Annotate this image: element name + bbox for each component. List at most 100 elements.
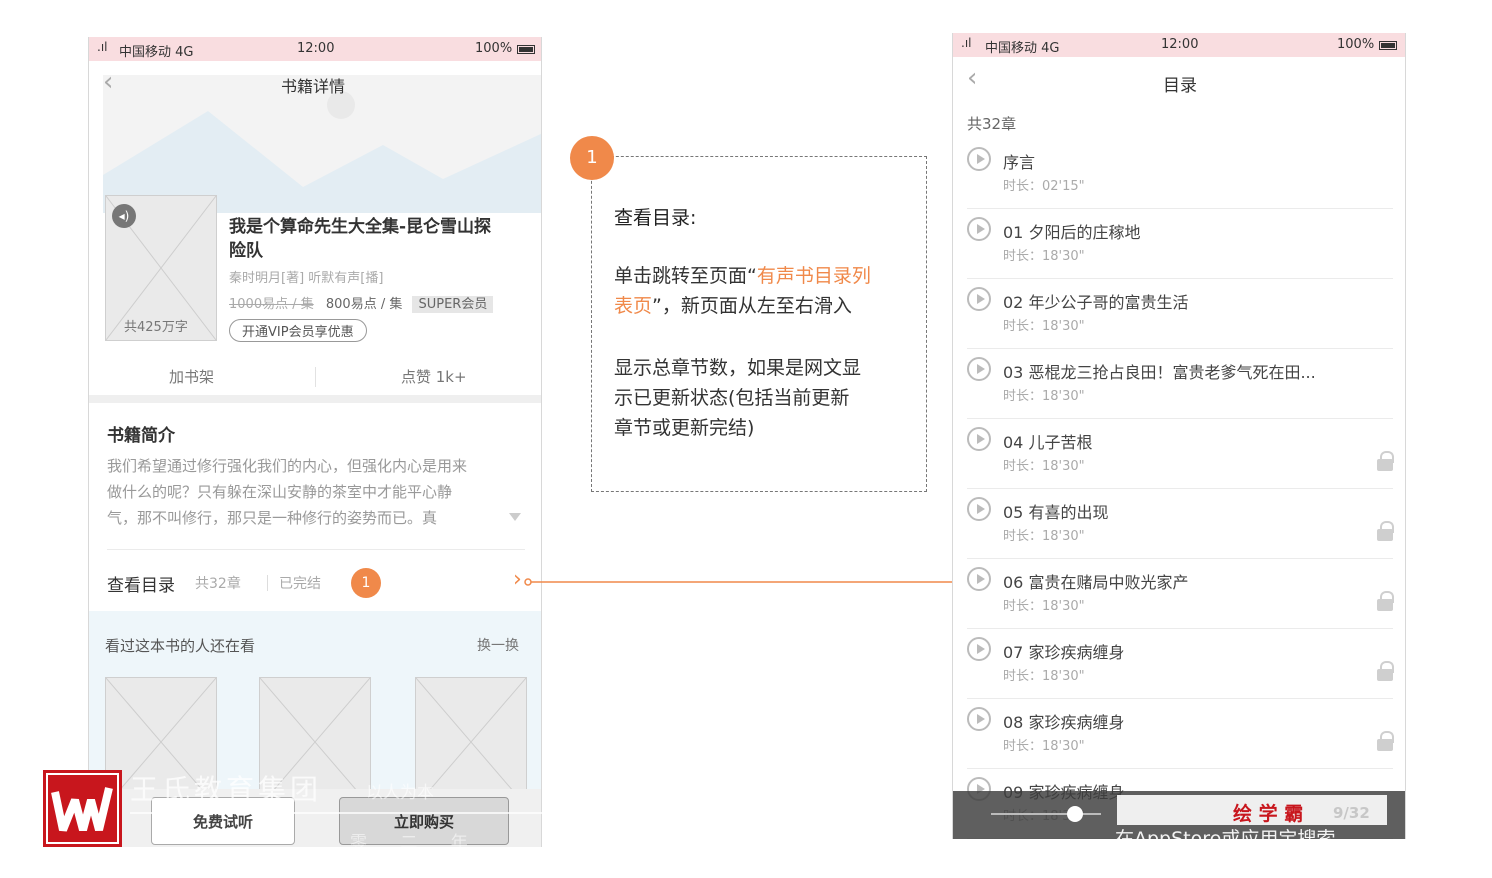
page-title: 目录	[1163, 76, 1197, 96]
play-icon[interactable]	[967, 497, 991, 521]
like-button[interactable]: 点赞 1k+	[401, 366, 467, 387]
play-icon[interactable]	[967, 427, 991, 451]
annotation-link: 表页	[614, 295, 653, 317]
play-icon[interactable]	[967, 147, 991, 171]
company-name: 王氏教育集团	[130, 773, 323, 806]
vip-button[interactable]: 开通VIP会员享优惠	[229, 319, 367, 342]
chapter-duration: 时长：02'15"	[1003, 179, 1085, 194]
annotation-marker: 1	[351, 568, 381, 598]
play-icon[interactable]	[967, 707, 991, 731]
chapter-row[interactable]: 02 年少公子哥的富贵生活时长：18'30"	[953, 279, 1405, 349]
intro-heading: 书籍简介	[107, 426, 175, 446]
page-indicator: 9/32	[1333, 804, 1370, 822]
annotation-title: 查看目录:	[614, 207, 697, 229]
divider	[315, 367, 316, 387]
page-title: 书籍详情	[281, 77, 346, 96]
chapter-title: 07 家珍疾病缠身	[1003, 643, 1125, 662]
brand-name: 绘 学 霸	[1233, 803, 1304, 825]
chapter-row[interactable]: 03 恶棍龙三抢占良田！富贵老爹气死在田... 时长：18'30"	[953, 349, 1405, 419]
chapter-duration: 时长：18'30"	[1003, 669, 1085, 684]
carrier: 中国移动 4G	[119, 45, 194, 60]
chapter-row[interactable]: 08 家珍疾病缠身 时长：18'30"	[953, 699, 1405, 769]
chapter-duration: 时长：18'30"	[1003, 599, 1085, 614]
clock: 12:00	[1161, 37, 1199, 52]
play-icon[interactable]	[967, 287, 991, 311]
member-price: 800易点 / 集	[325, 297, 403, 312]
play-icon[interactable]	[967, 357, 991, 381]
annotation-link: 有声书目录列	[756, 265, 871, 287]
lock-icon	[1377, 731, 1394, 751]
search-hint: 在AppStore或应用宝搜索	[1115, 828, 1336, 839]
lock-icon	[1377, 591, 1394, 611]
annotation-number: 1	[570, 136, 614, 180]
intro-line3: 气，那不叫修行，那只是一种修行的姿势而已。真	[107, 509, 438, 527]
progress-track[interactable]	[991, 813, 1101, 815]
battery-level: 100%	[475, 41, 513, 56]
play-icon[interactable]	[967, 637, 991, 661]
nav-bar: ‹ 书籍详情	[89, 65, 541, 105]
expand-icon[interactable]	[509, 513, 521, 521]
annotation-paragraph-2: 显示总章节数，如果是网文显 示已更新状态(包括当前更新 章节或更新完结)	[614, 353, 914, 443]
nav-bar: ‹ 目录	[953, 61, 1405, 101]
lock-icon	[1377, 521, 1394, 541]
chapter-title: 03 恶棍龙三抢占良田！富贵老爹气死在田...	[1003, 363, 1316, 382]
back-icon[interactable]: ‹	[967, 63, 977, 93]
book-cover[interactable]: ◂) 共425万字	[105, 195, 217, 341]
book-title-line1: 我是个算命先生大全集-昆仑雪山探	[229, 217, 492, 237]
play-icon[interactable]	[967, 217, 991, 241]
speaker-icon[interactable]: ◂)	[112, 204, 136, 228]
chapter-title: 05 有喜的出现	[1003, 503, 1109, 522]
update-status: 已完结	[279, 576, 321, 592]
status-bar: .ıl 中国移动 4G 12:00 100%	[89, 37, 541, 61]
divider	[107, 549, 525, 550]
add-shelf-button[interactable]: 加书架	[169, 366, 214, 387]
annotation-line: 章节或更新完结)	[614, 417, 755, 439]
chapter-row[interactable]: 01 夕阳后的庄稼地 时长：18'30"	[953, 209, 1405, 279]
chapter-count: 共32章	[195, 576, 241, 592]
chapter-duration: 时长：18'30"	[1003, 459, 1085, 474]
refresh-button[interactable]: 换一换	[477, 635, 519, 655]
back-icon[interactable]: ‹	[103, 67, 113, 97]
battery-level: 100%	[1337, 37, 1375, 52]
annotation-line: 显示总章节数，如果是网文显	[614, 357, 862, 379]
catalog-label: 查看目录	[107, 576, 175, 596]
intro-text: 我们希望通过修行强化我们的内心，但强化内心是用来 做什么的呢？只有躲在深山安静的…	[107, 453, 467, 531]
status-bar: .ıl 中国移动 4G 12:00 100%	[953, 33, 1405, 57]
annotation-text: 单击跳转至页面“	[614, 265, 757, 287]
chapter-row[interactable]: 04 儿子苦根时长：18'30"	[953, 419, 1405, 489]
chapter-title: 序言	[1003, 153, 1036, 172]
annotation-text: ”，新页面从左至右滑入	[652, 295, 852, 317]
signal-icon: .ıl	[961, 36, 972, 50]
chapter-row[interactable]: 序言时长：02'15"	[953, 139, 1405, 209]
section-divider	[89, 395, 541, 403]
connector-arrow	[524, 575, 966, 589]
annotation-paragraph-1: 单击跳转至页面“有声书目录列 表页”，新页面从左至右滑入	[614, 261, 914, 321]
logo-mark	[46, 773, 119, 844]
battery-icon	[517, 45, 535, 54]
carrier: 中国移动 4G	[985, 41, 1060, 56]
chapter-row[interactable]: 05 有喜的出现时长：18'30"	[953, 489, 1405, 559]
catalog-screen: .ıl 中国移动 4G 12:00 100% ‹ 目录 共32章 序言 时长：02…	[952, 33, 1406, 839]
intro-line2: 做什么的呢？只有躲在深山安静的茶室中才能平心静	[107, 483, 453, 501]
super-badge: SUPER会员	[412, 296, 494, 313]
chapter-title: 06 富贵在赌局中败光家产	[1003, 573, 1189, 592]
book-title-line2: 险队	[229, 241, 263, 261]
chapter-duration: 时长：18'30"	[1003, 529, 1085, 544]
signal-icon: .ıl	[97, 40, 108, 54]
player-bar: 绘 学 霸 9/32 在AppStore或应用宝搜索	[953, 791, 1405, 839]
chapter-duration: 时长：18'30"	[1003, 249, 1085, 264]
book-authors: 秦时明月[著] 听默有声[播]	[229, 271, 384, 286]
lock-icon	[1377, 661, 1394, 681]
clock: 12:00	[297, 41, 335, 56]
play-icon[interactable]	[967, 567, 991, 591]
annotation-box: 查看目录: 单击跳转至页面“有声书目录列 表页”，新页面从左至右滑入 显示总章节…	[591, 156, 927, 492]
chapter-row[interactable]: 07 家珍疾病缠身时长：18'30"	[953, 629, 1405, 699]
chapter-list: 序言 时长：02'15" 01 夕阳后的庄稼地 时长：18'30" 02 年少公子哥的富…	[953, 139, 1405, 839]
book-detail-screen: .ıl 中国移动 4G 12:00 100% ‹ 书籍详情 ◂) 共425万字 …	[88, 37, 542, 847]
chapter-title: 02 年少公子哥的富贵生活	[1003, 293, 1189, 312]
catalog-row[interactable]: 查看目录 共32章 已完结 1 ›	[89, 555, 541, 609]
chapter-title: 04 儿子苦根	[1003, 433, 1093, 452]
chapter-duration: 时长：18'30"	[1003, 319, 1085, 334]
chapter-row[interactable]: 06 富贵在赌局中败光家产时长：18'30"	[953, 559, 1405, 629]
progress-thumb[interactable]	[1067, 806, 1083, 822]
